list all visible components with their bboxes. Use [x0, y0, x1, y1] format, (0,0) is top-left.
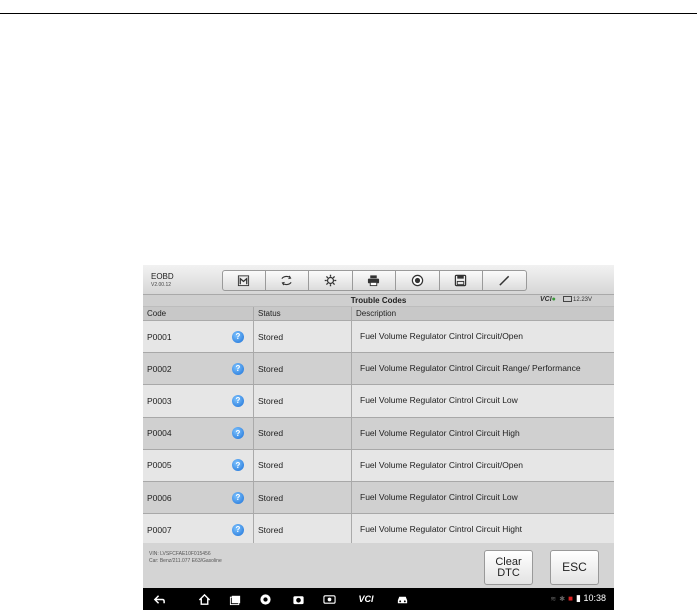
- code-value: P0007: [147, 524, 172, 535]
- table-row[interactable]: P0003? Stored Fuel Volume Regulator Cint…: [143, 385, 614, 418]
- help-icon[interactable]: ?: [232, 330, 244, 343]
- table-row[interactable]: P0002? Stored Fuel Volume Regulator Cint…: [143, 353, 614, 386]
- car-icon[interactable]: [396, 593, 409, 606]
- battery-level-icon: ▮: [576, 593, 581, 603]
- code-value: P0003: [147, 395, 172, 406]
- edit-button[interactable]: [483, 270, 527, 291]
- code-cell: P0002?: [143, 353, 254, 385]
- clear-dtc-label-line2: DTC: [497, 566, 520, 579]
- code-cell: P0003?: [143, 385, 254, 417]
- home-icon: [238, 275, 250, 287]
- status-cell: Stored: [254, 449, 352, 481]
- code-value: P0006: [147, 492, 172, 503]
- app-name: EOBD: [151, 272, 174, 281]
- status-cell: Stored: [254, 353, 352, 385]
- header-status: Status: [254, 307, 352, 320]
- code-value: P0004: [147, 428, 172, 439]
- header-description: Description: [356, 309, 397, 318]
- description-cell: Fuel Volume Regulator Cintrol Circuit/Op…: [360, 331, 523, 342]
- car-text: Car: Benz/211.077 E63/Gasoline: [149, 558, 222, 564]
- table-header: Code Status Description: [143, 307, 614, 321]
- status-area: ≋ ✱ ■ ▮ 10:38: [550, 593, 606, 604]
- header-code: Code: [143, 307, 254, 320]
- status-cell: Stored: [254, 417, 352, 449]
- status-cell: Stored: [254, 514, 352, 546]
- table-row[interactable]: P0001? Stored Fuel Volume Regulator Cint…: [143, 321, 614, 354]
- trouble-codes-table: Code Status Description P0001? Stored Fu…: [143, 307, 614, 547]
- vci-label: VCI: [540, 296, 552, 303]
- print-button[interactable]: [352, 270, 396, 291]
- home-button[interactable]: [222, 270, 266, 291]
- help-icon[interactable]: ?: [232, 491, 244, 504]
- code-cell: P0004?: [143, 417, 254, 449]
- edit-icon: [499, 275, 509, 286]
- clear-dtc-label-line1: Clear: [495, 555, 522, 568]
- vci-connected-icon: ●: [551, 296, 556, 303]
- code-cell: P0001?: [143, 321, 254, 353]
- camera-icon[interactable]: [292, 593, 305, 606]
- vin-text: VIN: LVSFCFAE10F015456: [149, 551, 211, 557]
- vehicle-info: VIN: LVSFCFAE10F015456 Car: Benz/211.077…: [149, 551, 222, 565]
- vci-status: VCI●: [540, 296, 556, 303]
- vci-nav-icon[interactable]: VCI: [355, 593, 377, 606]
- app-version: V2.00.12: [151, 282, 172, 288]
- status-cell: Stored: [254, 321, 352, 353]
- code-cell: P0007?: [143, 514, 254, 546]
- browser-icon[interactable]: [259, 593, 272, 606]
- help-button[interactable]: [396, 270, 440, 291]
- page-top-rule: [0, 13, 697, 14]
- description-cell: Fuel Volume Regulator Cintrol Circuit Hi…: [360, 524, 523, 535]
- table-row[interactable]: P0005? Stored Fuel Volume Regulator Cint…: [143, 449, 614, 482]
- help-icon[interactable]: ?: [232, 523, 244, 536]
- settings-icon: [324, 274, 337, 287]
- description-cell: Fuel Volume Regulator Cintrol Circuit Hi…: [360, 427, 520, 438]
- clock-time: 10:38: [583, 593, 606, 603]
- alert-icon: ■: [568, 594, 573, 603]
- code-cell: P0006?: [143, 481, 254, 514]
- help-icon[interactable]: ?: [232, 427, 244, 440]
- help-icon[interactable]: ?: [232, 394, 244, 407]
- tablet-screen: EOBD V2.00.12 Trouble Codes VCI● 12.23V …: [143, 265, 614, 610]
- description-cell: Fuel Volume Regulator Cintrol Circuit Lo…: [360, 492, 518, 503]
- save-icon: [455, 274, 467, 287]
- home-nav-icon[interactable]: [198, 593, 211, 606]
- description-cell: Fuel Volume Regulator Cintrol Circuit Lo…: [360, 395, 518, 406]
- save-button[interactable]: [439, 270, 483, 291]
- status-cell: Stored: [254, 385, 352, 417]
- help-icon: [411, 274, 423, 287]
- help-icon[interactable]: ?: [232, 459, 244, 472]
- esc-button[interactable]: ESC: [550, 550, 599, 585]
- status-cell: Stored: [254, 481, 352, 514]
- help-icon[interactable]: ?: [232, 362, 244, 375]
- code-cell: P0005?: [143, 449, 254, 481]
- title-bar: Trouble Codes VCI● 12.23V: [143, 295, 614, 307]
- battery-icon: [563, 296, 572, 302]
- table-row[interactable]: P0006? Stored Fuel Volume Regulator Cint…: [143, 481, 614, 515]
- wifi-icon: ≋: [550, 596, 557, 603]
- vehicle-swap-icon: [281, 275, 292, 286]
- description-cell: Fuel Volume Regulator Cintrol Circuit/Op…: [360, 459, 523, 470]
- table-row[interactable]: P0007? Stored Fuel Volume Regulator Cint…: [143, 514, 614, 547]
- clear-dtc-button[interactable]: Clear DTC: [484, 550, 533, 585]
- bluetooth-icon: ✱: [559, 596, 566, 603]
- print-icon: [368, 275, 380, 287]
- recent-apps-icon[interactable]: [229, 593, 242, 606]
- back-icon[interactable]: [153, 593, 166, 606]
- code-value: P0002: [147, 363, 172, 374]
- code-value: P0001: [147, 331, 172, 342]
- battery-voltage-value: 12.23V: [573, 297, 593, 303]
- toolbar-buttons: [222, 270, 527, 291]
- table-row[interactable]: P0004? Stored Fuel Volume Regulator Cint…: [143, 417, 614, 450]
- screen-record-icon[interactable]: [323, 593, 336, 606]
- settings-button[interactable]: [309, 270, 353, 291]
- code-value: P0005: [147, 460, 172, 471]
- description-cell: Fuel Volume Regulator Cintrol Circuit Ra…: [360, 363, 581, 374]
- battery-voltage: 12.23V: [563, 296, 592, 303]
- header-toolbar: EOBD V2.00.12: [143, 265, 614, 295]
- vehicle-swap-button[interactable]: [265, 270, 309, 291]
- footer-bar: VIN: LVSFCFAE10F015456 Car: Benz/211.077…: [143, 543, 614, 588]
- android-nav-bar: VCI ≋ ✱ ■ ▮ 10:38: [143, 588, 614, 610]
